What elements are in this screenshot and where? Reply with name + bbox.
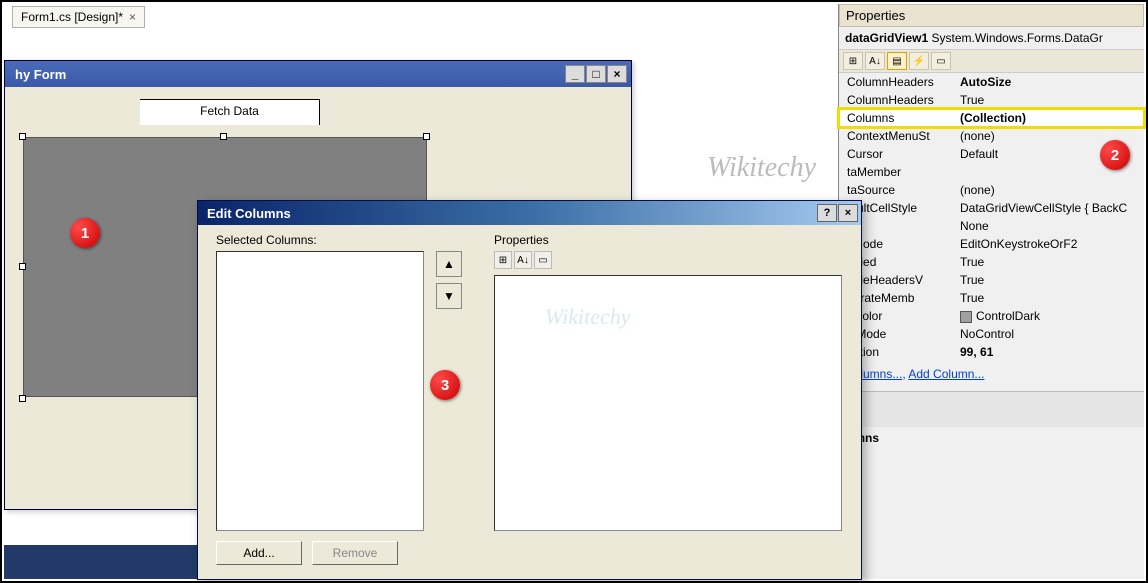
selected-columns-listbox[interactable] (216, 251, 424, 531)
property-row-EditMode[interactable]: itModeEditOnKeystrokeOrF2 (839, 235, 1144, 253)
property-row-GenerateMember[interactable]: nerateMembTrue (839, 289, 1144, 307)
property-name: taMember (839, 163, 954, 181)
categorized-icon[interactable]: ⊞ (494, 251, 512, 269)
property-value[interactable]: (Collection) (954, 109, 1144, 127)
property-name: Cursor (839, 145, 954, 163)
alpha-sort-icon[interactable]: A↓ (514, 251, 532, 269)
callout-badge-2: 2 (1100, 140, 1130, 170)
property-row-ImeMode[interactable]: ieModeNoControl (839, 325, 1144, 343)
property-pages-icon[interactable]: ▭ (931, 52, 951, 70)
property-value[interactable]: (none) (954, 181, 1144, 199)
resize-handle[interactable] (423, 133, 430, 140)
property-row-ColumnHeadersVisible[interactable]: ColumnHeadersTrue (839, 91, 1144, 109)
property-value[interactable]: NoControl (954, 325, 1144, 343)
close-button[interactable]: × (607, 65, 627, 83)
resize-handle[interactable] (19, 395, 26, 402)
resize-handle[interactable] (19, 263, 26, 270)
properties-links: Columns..., Add Column... (839, 361, 1144, 387)
properties-panel: Properties dataGridView1 System.Windows.… (838, 4, 1144, 579)
properties-toolbar: ⊞ A↓ ▤ ⚡ ▭ (839, 49, 1144, 73)
resize-handle[interactable] (220, 133, 227, 140)
selected-object-name: dataGridView1 (845, 31, 928, 45)
property-value[interactable]: AutoSize (954, 73, 1144, 91)
property-pages-icon[interactable]: ▭ (534, 251, 552, 269)
minimize-button[interactable]: _ (565, 65, 585, 83)
dialog-title: Edit Columns (201, 206, 291, 221)
close-icon[interactable]: × (129, 10, 136, 24)
property-value[interactable]: True (954, 289, 1144, 307)
property-row-DataSource[interactable]: taSource(none) (839, 181, 1144, 199)
property-row-DataMember[interactable]: taMember (839, 163, 1144, 181)
property-value[interactable]: ControlDark (954, 307, 1144, 325)
callout-badge-1: 1 (70, 218, 100, 248)
property-description-name: umns (839, 427, 1144, 449)
dialog-titlebar[interactable]: Edit Columns ? × (198, 201, 861, 225)
property-row-Location[interactable]: cation99, 61 (839, 343, 1144, 361)
selected-columns-label: Selected Columns: (216, 233, 317, 247)
move-up-button[interactable]: ▲ (436, 251, 462, 277)
property-value[interactable]: 99, 61 (954, 343, 1144, 361)
properties-title: Properties (839, 4, 1144, 27)
events-icon[interactable]: ⚡ (909, 52, 929, 70)
object-selector[interactable]: dataGridView1 System.Windows.Forms.DataG… (839, 27, 1144, 49)
property-value[interactable]: True (954, 91, 1144, 109)
remove-button: Remove (312, 541, 398, 565)
edit-columns-dialog: Edit Columns ? × Selected Columns: Prope… (197, 200, 862, 580)
color-swatch-icon (960, 311, 972, 323)
property-name: Columns (839, 109, 954, 127)
property-name: ColumnHeaders (839, 91, 954, 109)
property-name: ColumnHeaders (839, 73, 954, 91)
maximize-button[interactable]: □ (586, 65, 606, 83)
property-row-DefaultCellStyle[interactable]: faultCellStyleDataGridViewCellStyle { Ba… (839, 199, 1144, 217)
property-value[interactable]: DataGridViewCellStyle { BackC (954, 199, 1144, 217)
file-tab[interactable]: Form1.cs [Design]* × (12, 6, 145, 28)
categorized-icon[interactable]: ⊞ (843, 52, 863, 70)
property-row-ColumnHeadersHeightSizeMode[interactable]: ColumnHeadersAutoSize (839, 73, 1144, 91)
form-titlebar[interactable]: hy Form _ □ × (5, 61, 631, 87)
property-row-Columns[interactable]: Columns(Collection) (839, 109, 1144, 127)
watermark: Wikitechy (545, 304, 631, 330)
property-row-EnableHeadersVisualStyles[interactable]: ableHeadersVTrue (839, 271, 1144, 289)
help-button[interactable]: ? (817, 204, 837, 222)
properties-icon[interactable]: ▤ (887, 52, 907, 70)
selected-object-type: System.Windows.Forms.DataGr (932, 31, 1103, 45)
alpha-sort-icon[interactable]: A↓ (865, 52, 885, 70)
property-row-ContextMenuStrip[interactable]: ContextMenuSt(none) (839, 127, 1144, 145)
form-title: hy Form (9, 67, 66, 82)
add-button[interactable]: Add... (216, 541, 302, 565)
property-grid[interactable]: ColumnHeadersAutoSizeColumnHeadersTrueCo… (839, 73, 1144, 361)
file-tab-label: Form1.cs [Design]* (21, 10, 123, 24)
property-row-Dock[interactable]: ckNone (839, 217, 1144, 235)
property-name: ContextMenuSt (839, 127, 954, 145)
property-value[interactable]: True (954, 253, 1144, 271)
add-column-link[interactable]: Add Column... (908, 367, 984, 381)
column-properties-grid[interactable]: Wikitechy (494, 275, 842, 531)
property-row-Cursor[interactable]: CursorDefault (839, 145, 1144, 163)
move-down-button[interactable]: ▼ (436, 283, 462, 309)
property-value[interactable]: EditOnKeystrokeOrF2 (954, 235, 1144, 253)
property-value[interactable]: None (954, 217, 1144, 235)
property-row-GridColor[interactable]: dColorControlDark (839, 307, 1144, 325)
property-row-Enabled[interactable]: abledTrue (839, 253, 1144, 271)
callout-badge-3: 3 (430, 370, 460, 400)
property-name: taSource (839, 181, 954, 199)
property-value[interactable]: True (954, 271, 1144, 289)
close-button[interactable]: × (838, 204, 858, 222)
fetch-data-button[interactable]: Fetch Data (140, 99, 320, 125)
resize-handle[interactable] (19, 133, 26, 140)
properties-label: Properties (494, 233, 549, 247)
